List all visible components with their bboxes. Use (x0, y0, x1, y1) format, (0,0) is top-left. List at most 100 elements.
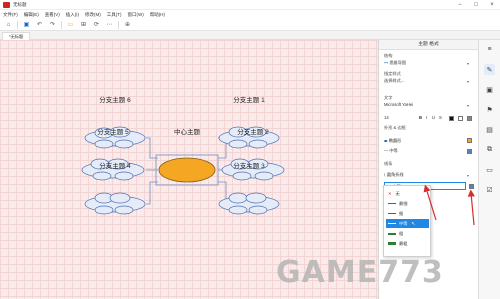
toolbar-divider (118, 20, 119, 29)
font-family-value: Microsoft YaHei (384, 102, 414, 107)
highlight-color-swatch[interactable] (458, 116, 463, 121)
line-width-dropdown: ✕ 无 最细 细 中等 ↖ 粗 最粗 (383, 185, 431, 257)
maximize-button[interactable]: □ (468, 0, 484, 10)
strikethrough-button[interactable]: S (439, 114, 442, 122)
branch-topic-5[interactable]: 分支主题 5 (82, 126, 144, 136)
chevron-down-icon[interactable]: ▾ (467, 79, 469, 84)
border-color-swatch[interactable] (467, 149, 472, 154)
menu-icon[interactable]: ≡ (484, 44, 495, 55)
shape-select[interactable]: ⬬ 椭圆形 (384, 137, 464, 145)
theme-style-value: 选择样式... (384, 78, 405, 83)
mouse-cursor-icon: ↖ (411, 220, 416, 227)
option-label: 最细 (399, 200, 408, 206)
menu-help[interactable]: 帮助(H) (150, 12, 165, 18)
line-sample-thick (388, 232, 396, 235)
insert-topic-icon[interactable]: ▭ (66, 20, 75, 29)
menu-modify[interactable]: 修改(M) (85, 12, 101, 18)
dropdown-option-medium[interactable]: 中等 ↖ (386, 219, 429, 228)
line-color-swatch[interactable] (469, 184, 474, 189)
dropdown-option-thinnest[interactable]: 最细 (386, 199, 429, 208)
branch-topic-1[interactable]: 分支主题 1 (219, 94, 279, 104)
option-label: 粗 (399, 230, 404, 236)
border-width-select[interactable]: — 中等 (384, 147, 464, 155)
dropdown-option-thick[interactable]: 粗 (386, 229, 429, 238)
minimize-button[interactable]: − (452, 0, 468, 10)
font-color-swatch[interactable] (449, 116, 454, 121)
menu-view[interactable]: 查看(V) (45, 12, 60, 18)
title-bar: 无标题 − □ × (0, 0, 500, 10)
bold-button[interactable]: B (419, 114, 422, 122)
undo-icon[interactable]: ↶ (35, 20, 44, 29)
center-topic-label[interactable]: 中心主题 (170, 126, 204, 136)
italic-button[interactable]: I (426, 114, 427, 122)
hyperlink-icon[interactable]: ⧉ (484, 144, 495, 155)
line-section-title: 线条 (384, 161, 393, 166)
more-icon[interactable]: ⋯ (105, 20, 114, 29)
panel-title: 主题 格式 (379, 40, 478, 50)
watermark-logo: GAME773 (276, 255, 444, 290)
theme-style-select[interactable]: 选择样式... (384, 77, 474, 85)
window-title: 无标题 (13, 1, 27, 7)
option-label: 最粗 (399, 240, 408, 246)
flag-icon[interactable]: ⚑ (484, 104, 495, 115)
dropdown-option-none[interactable]: ✕ 无 (386, 189, 429, 198)
font-family-select[interactable]: Microsoft YaHei (384, 101, 474, 109)
option-label: 无 (395, 190, 400, 196)
app-window: 无标题 − □ × 文件(F) 编辑(E) 查看(V) 插入(I) 修改(M) … (0, 0, 500, 299)
line-style-select[interactable]: ⟨ 圆角折线 (384, 171, 464, 179)
line-sample-thin (388, 213, 396, 214)
task-icon[interactable]: ☑ (484, 184, 495, 195)
save-icon[interactable]: ▣ (22, 20, 31, 29)
branch-topic-2[interactable]: 分支主题 2 (223, 126, 283, 136)
toolbar-divider (61, 20, 62, 29)
structure-select[interactable]: ⊶ 思维导图 (384, 59, 474, 67)
chevron-down-icon[interactable]: ▾ (467, 173, 469, 178)
menu-bar: 文件(F) 编辑(E) 查看(V) 插入(I) 修改(M) 工具(T) 窗口(W… (0, 10, 500, 19)
option-label: 细 (399, 210, 404, 216)
font-size-value: 14 (384, 115, 389, 120)
relationship-icon[interactable]: ⟳ (92, 20, 101, 29)
zoom-icon[interactable]: ⊕ (123, 20, 132, 29)
shape-value: 椭圆形 (388, 138, 402, 143)
menu-file[interactable]: 文件(F) (3, 12, 18, 18)
menu-insert[interactable]: 插入(I) (66, 12, 79, 18)
chevron-down-icon[interactable]: ▾ (467, 61, 469, 66)
menu-edit[interactable]: 编辑(E) (24, 12, 39, 18)
line-sample-thickest (388, 242, 396, 245)
structure-value: 思维导图 (389, 60, 407, 65)
branch-topic-3[interactable]: 分支主题 3 (219, 160, 279, 170)
chevron-down-icon[interactable]: ▾ (467, 103, 469, 108)
text-effect-swatch[interactable] (467, 116, 472, 121)
dropdown-option-thin[interactable]: 细 (386, 209, 429, 218)
line-style-value: 圆角折线 (386, 172, 404, 177)
cloud-shape-3[interactable] (218, 192, 280, 215)
option-label: 中等 (399, 220, 408, 226)
font-size-select[interactable]: 14 (384, 114, 400, 122)
cloud-shape-4[interactable] (84, 192, 146, 215)
document-tab-bar: *无标题 (0, 31, 500, 40)
underline-button[interactable]: U (432, 114, 435, 122)
insert-subtopic-icon[interactable]: ⊞ (79, 20, 88, 29)
branch-topic-4[interactable]: 分支主题 4 (85, 160, 145, 170)
menu-window[interactable]: 窗口(W) (128, 12, 144, 18)
shape-fill-swatch[interactable] (467, 138, 472, 143)
comment-icon[interactable]: ▭ (484, 164, 495, 175)
shape-section-title: 外形 & 边框 (384, 125, 406, 130)
line-sample-medium (388, 222, 396, 225)
border-width-value: 中等 (389, 148, 398, 153)
toolbar-divider (17, 20, 18, 29)
line-sample-thinnest (388, 203, 396, 204)
dropdown-option-thickest[interactable]: 最粗 (386, 239, 429, 248)
menu-tools[interactable]: 工具(T) (107, 12, 122, 18)
center-topic-shape[interactable] (158, 157, 216, 183)
format-brush-icon[interactable]: ✎ (484, 64, 495, 75)
note-icon[interactable]: ▤ (484, 124, 495, 135)
app-logo-icon (3, 1, 10, 8)
close-icon: ✕ (388, 191, 392, 196)
home-icon[interactable]: ⌂ (4, 20, 13, 29)
redo-icon[interactable]: ↷ (48, 20, 57, 29)
tab-untitled[interactable]: *无标题 (2, 32, 31, 40)
close-button[interactable]: × (484, 0, 500, 10)
branch-topic-6[interactable]: 分支主题 6 (85, 94, 145, 104)
image-icon[interactable]: ▣ (484, 84, 495, 95)
